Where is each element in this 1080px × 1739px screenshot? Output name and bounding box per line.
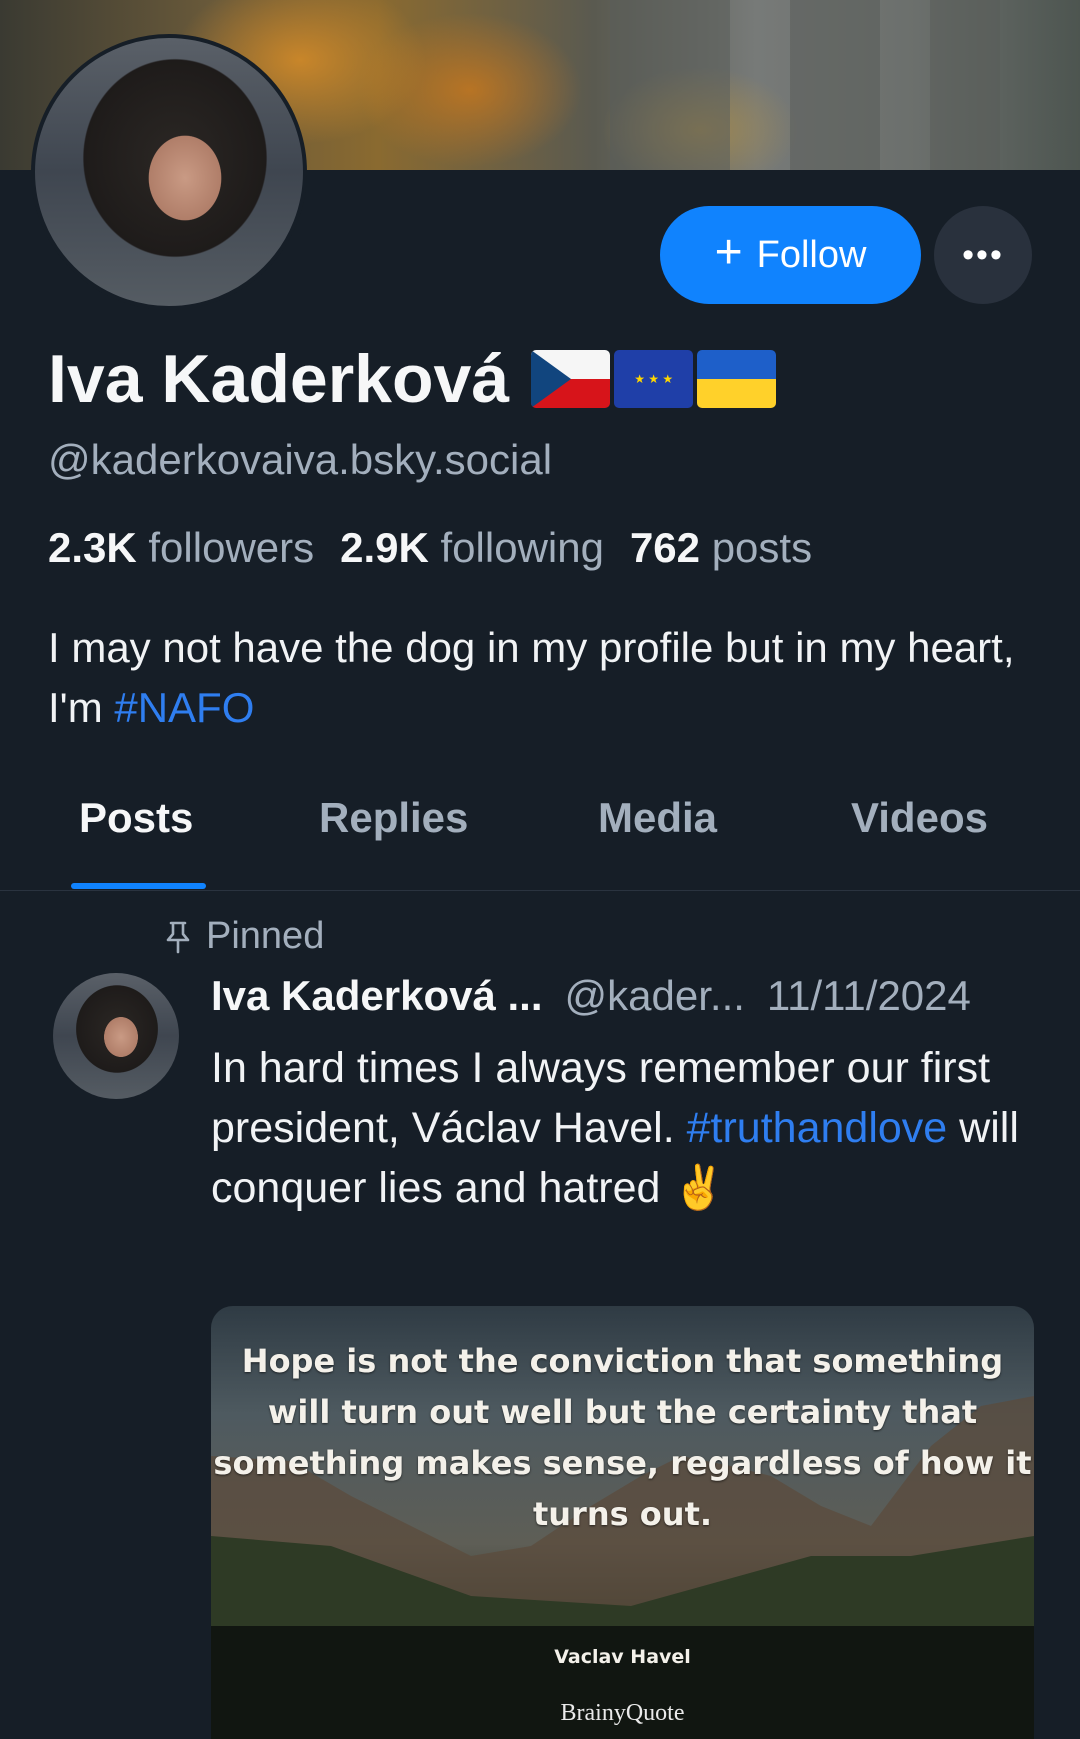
profile-tabs: Posts Replies Media Videos bbox=[0, 780, 1080, 891]
profile-bio: I may not have the dog in my profile but… bbox=[48, 618, 1038, 738]
more-options-button[interactable]: ••• bbox=[934, 206, 1032, 304]
following-stat[interactable]: 2.9K following bbox=[340, 524, 604, 572]
banner-rock-decoration bbox=[610, 0, 730, 170]
pinned-label: Pinned bbox=[206, 915, 325, 957]
follow-label: Follow bbox=[756, 233, 867, 276]
tab-media[interactable]: Media bbox=[598, 794, 717, 842]
brainyquote-logo: BrainyQuote bbox=[560, 1700, 685, 1726]
post-author-avatar[interactable] bbox=[53, 973, 179, 1099]
quote-author: Vaclav Havel bbox=[554, 1646, 691, 1668]
post-image[interactable]: Hope is not the conviction that somethin… bbox=[211, 1306, 1034, 1739]
follow-button[interactable]: + Follow bbox=[660, 206, 921, 304]
banner-rock-decoration bbox=[790, 0, 880, 170]
banner-rock-decoration bbox=[930, 0, 1000, 170]
followers-stat[interactable]: 2.3K followers bbox=[48, 524, 314, 572]
quote-text: Hope is not the conviction that somethin… bbox=[213, 1342, 1032, 1533]
bio-hashtag-link[interactable]: #NAFO bbox=[114, 684, 254, 731]
profile-display-name-row: Iva Kaderková ★ ★ ★ bbox=[48, 340, 777, 418]
eu-flag-icon: ★ ★ ★ bbox=[614, 350, 694, 408]
post-author-handle[interactable]: @kader... bbox=[565, 972, 745, 1020]
posts-stat: 762 posts bbox=[629, 524, 813, 571]
flag-emojis: ★ ★ ★ bbox=[531, 350, 777, 408]
display-name: Iva Kaderková bbox=[48, 341, 510, 417]
pin-icon bbox=[166, 921, 190, 953]
plus-icon: + bbox=[714, 226, 743, 279]
post-body: In hard times I always remember our firs… bbox=[211, 1038, 1021, 1218]
czech-flag-icon bbox=[531, 350, 611, 408]
profile-stats: 2.3K followers 2.9K following 762 posts bbox=[48, 524, 812, 572]
post-header: Iva Kaderková ... @kader... 11/11/2024 bbox=[211, 972, 971, 1020]
post-hashtag-link[interactable]: #truthandlove bbox=[687, 1104, 948, 1152]
post-author-name[interactable]: Iva Kaderková ... bbox=[211, 972, 543, 1020]
active-tab-indicator bbox=[71, 883, 206, 889]
tab-posts[interactable]: Posts bbox=[79, 794, 193, 842]
post-date[interactable]: 11/11/2024 bbox=[767, 972, 971, 1020]
profile-handle: @kaderkovaiva.bsky.social bbox=[48, 436, 553, 483]
tab-videos[interactable]: Videos bbox=[851, 794, 988, 842]
ukraine-flag-icon bbox=[697, 350, 777, 408]
tab-replies[interactable]: Replies bbox=[319, 794, 468, 842]
pinned-indicator: Pinned bbox=[164, 915, 324, 958]
profile-avatar[interactable] bbox=[31, 34, 307, 310]
ellipsis-icon: ••• bbox=[962, 235, 1004, 274]
